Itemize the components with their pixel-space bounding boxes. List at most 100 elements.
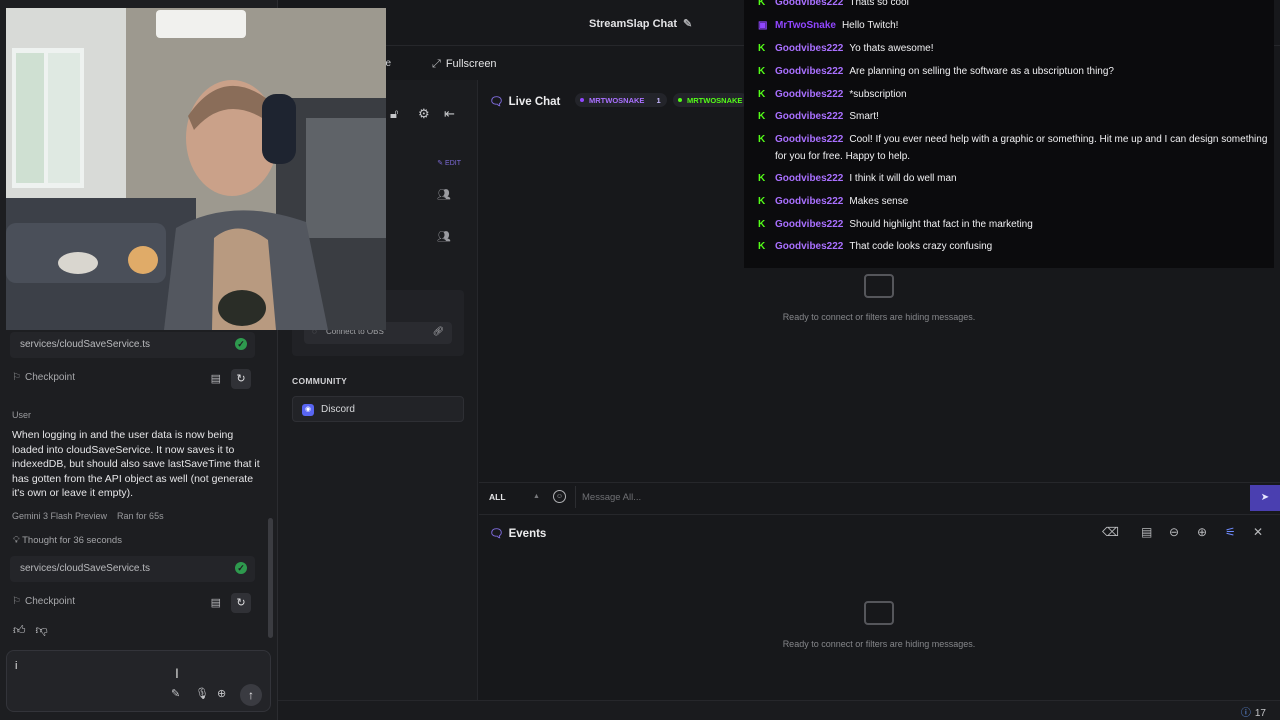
add-icon[interactable]: ⊕ xyxy=(217,687,226,700)
channel-chip-kick[interactable]: MRTWOSNAKE xyxy=(673,93,749,107)
chat-username[interactable]: Goodvibes222 xyxy=(775,0,843,8)
chat-text: Are planning on selling the software as … xyxy=(849,66,1114,77)
edit-link[interactable]: ✎ EDIT xyxy=(437,159,461,167)
microphone-icon[interactable]: 🎙︎ xyxy=(195,687,209,700)
fullscreen-button[interactable]: ⤢ Fullscreen xyxy=(432,58,497,71)
thumbs-up-icon[interactable]: 👍︎ xyxy=(13,623,26,637)
checkpoint-label: Checkpoint xyxy=(24,596,75,607)
chat-username[interactable]: Goodvibes222 xyxy=(775,196,843,207)
chat-text: Smart! xyxy=(849,111,879,122)
lightbulb-icon: 💡︎ xyxy=(13,535,20,546)
status-bar: ⓘ 17 xyxy=(278,700,1280,720)
send-message-button[interactable]: ➤ xyxy=(1250,485,1280,511)
chat-message: K Goodvibes222 I think it will do well man xyxy=(758,170,1268,187)
lock-icon[interactable]: 🔓︎ xyxy=(390,106,398,122)
notification-count[interactable]: ⓘ 17 xyxy=(1241,704,1266,719)
chat-bubble-icon xyxy=(864,274,894,298)
pencil-icon[interactable]: ✎ xyxy=(683,18,692,30)
webcam-feed xyxy=(6,8,386,330)
kick-icon: K xyxy=(758,173,766,184)
discord-label: Discord xyxy=(321,404,355,415)
discord-button[interactable]: ◉ Discord xyxy=(292,396,464,422)
link-icon: 🔗︎ xyxy=(432,326,444,336)
status-dot xyxy=(580,98,584,102)
check-icon: ✓ xyxy=(235,562,247,574)
chat-empty-text: Ready to connect or filters are hiding m… xyxy=(782,312,976,322)
prompt-input[interactable]: i I ✎ 🎙︎ ⊕ ↑ xyxy=(6,650,271,712)
layout-icon[interactable]: ▤ xyxy=(1141,525,1152,539)
zoom-in-icon[interactable]: ⊕ xyxy=(1197,525,1207,539)
chat-username[interactable]: Goodvibes222 xyxy=(775,111,843,122)
compare-icon[interactable]: ▤ xyxy=(211,596,221,609)
close-icon[interactable]: ✕ xyxy=(1253,525,1263,539)
kick-icon: K xyxy=(758,219,766,230)
channel-chip-twitch[interactable]: MRTWOSNAKE 1 xyxy=(575,93,667,107)
live-chat-title: 🗨︎ Live Chat xyxy=(489,94,560,108)
kick-icon: K xyxy=(758,111,766,122)
run-time: Ran for 65s xyxy=(117,511,164,521)
scrollbar[interactable] xyxy=(268,518,273,638)
chat-text: Hello Twitch! xyxy=(841,20,899,31)
chat-message-body: Goodvibes222 Are planning on selling the … xyxy=(775,63,1268,80)
send-button[interactable]: ↑ xyxy=(240,684,262,706)
chat-text: Cool! If you ever need help with a graph… xyxy=(775,134,1268,162)
events-panel: 🗨︎ Events ⌫ ▤ ⊖ ⊕ ⚟ ✕ Ready to connect or… xyxy=(479,514,1280,700)
chat-message: K Goodvibes222 Cool! If you ever need help… xyxy=(758,131,1268,165)
restore-checkpoint-button[interactable]: ↻ xyxy=(231,593,251,613)
zoom-out-icon[interactable]: ⊖ xyxy=(1169,525,1179,539)
compare-icon[interactable]: ▤ xyxy=(211,372,221,385)
chat-username[interactable]: MrTwoSnake xyxy=(775,20,836,31)
restore-checkpoint-button[interactable]: ↻ xyxy=(231,369,251,389)
chat-empty-state: Ready to connect or filters are hiding m… xyxy=(729,274,1029,322)
channel-chip-count: 1 xyxy=(656,96,661,105)
users-icon[interactable]: 👥︎ xyxy=(437,188,451,201)
status-dot xyxy=(678,98,682,102)
chat-username[interactable]: Goodvibes222 xyxy=(775,219,843,230)
users-icon[interactable]: 👥︎ xyxy=(437,230,451,243)
app-title-text: StreamSlap Chat xyxy=(589,18,678,30)
fullscreen-label: Fullscreen xyxy=(445,58,497,70)
eraser-icon[interactable]: ⌫ xyxy=(1102,525,1119,539)
live-chat-label: Live Chat xyxy=(508,96,561,108)
emoji-icon[interactable]: ☺ xyxy=(553,490,566,503)
thought-label: Thought for 36 seconds xyxy=(22,535,122,546)
file-change-row[interactable]: services/cloudSaveService.ts ✓ xyxy=(10,332,255,358)
chat-username[interactable]: Goodvibes222 xyxy=(775,66,843,77)
file-change-row[interactable]: services/cloudSaveService.ts ✓ xyxy=(10,556,255,582)
overlay-chat: K Goodvibes222 Thats so cool ▣ MrTwoSnake Hel… xyxy=(744,0,1274,268)
chevron-up-icon[interactable]: ▲ xyxy=(533,493,540,500)
chat-username[interactable]: Goodvibes222 xyxy=(775,43,843,54)
collapse-panel-icon[interactable]: ⇤ xyxy=(444,106,455,122)
kick-icon: K xyxy=(758,134,766,145)
chat-text: Should highlight that fact in the market… xyxy=(849,219,1033,230)
prompt-input-value[interactable]: i xyxy=(15,660,17,672)
thumbs-down-icon[interactable]: 👎︎ xyxy=(36,623,48,637)
chat-message-body: Goodvibes222 *subscription xyxy=(775,86,1268,103)
kick-icon: K xyxy=(758,241,766,252)
file-name: services/cloudSaveService.ts xyxy=(20,563,151,574)
chat-message: K Goodvibes222 Are planning on selling the… xyxy=(758,63,1268,80)
file-name: services/cloudSaveService.ts xyxy=(20,339,151,350)
text-cursor-icon: I xyxy=(175,665,179,681)
thought-toggle[interactable]: 💡︎ Thought for 36 seconds xyxy=(13,535,122,546)
user-label: User xyxy=(12,410,32,420)
chat-username[interactable]: Goodvibes222 xyxy=(775,241,843,252)
magic-wand-icon[interactable]: ✎ xyxy=(171,687,180,700)
platform-filter[interactable]: ALL xyxy=(489,492,506,502)
chat-message: K Goodvibes222 Makes sense xyxy=(758,193,1268,210)
filter-icon[interactable]: ⚟ xyxy=(1225,525,1236,539)
chat-message-body: Goodvibes222 Thats so cool xyxy=(775,0,1268,11)
kick-icon: K xyxy=(758,89,766,100)
chat-username[interactable]: Goodvibes222 xyxy=(775,173,843,184)
chat-username[interactable]: Goodvibes222 xyxy=(775,89,843,100)
message-input[interactable]: Message All... xyxy=(575,486,1247,508)
chat-message-body: Goodvibes222 Yo thats awesome! xyxy=(775,40,1268,57)
app-title: StreamSlap Chat ✎ xyxy=(589,17,692,30)
chat-bubble-icon: 🗨︎ xyxy=(489,528,504,540)
channel-chip-label: MRTWOSNAKE xyxy=(589,96,645,105)
expand-icon: ⤢ xyxy=(432,58,441,70)
checkpoint-row: ⚐ Checkpoint ▤ ↻ xyxy=(12,369,257,392)
message-bar: ALL ▲ ☺ Message All... ➤ xyxy=(479,482,1280,511)
chat-username[interactable]: Goodvibes222 xyxy=(775,134,843,145)
gear-icon[interactable]: ⚙ xyxy=(418,106,430,122)
